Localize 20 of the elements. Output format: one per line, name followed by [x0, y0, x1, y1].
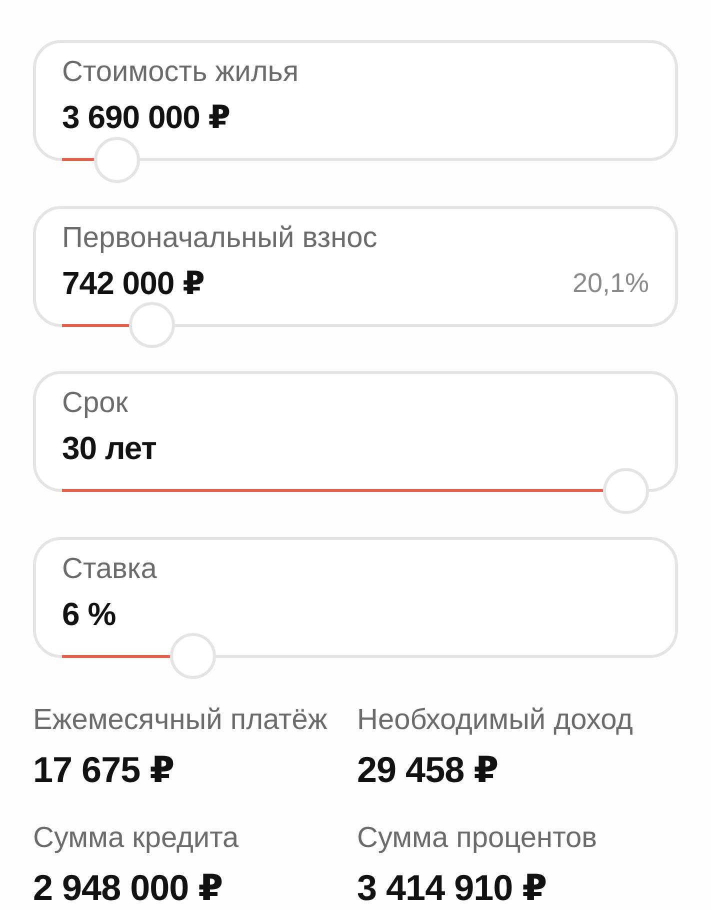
result-value: 3 414 910 ₽	[357, 868, 548, 906]
field-value: 3 690 000 ₽	[62, 98, 230, 136]
result-label: Сумма кредита	[33, 820, 240, 854]
result-label: Необходимый доход	[357, 702, 634, 736]
slider-thumb[interactable]	[129, 302, 176, 348]
field-label: Стоимость жилья	[62, 55, 300, 89]
field-label: Срок	[62, 386, 129, 420]
result-label: Ежемесячный платёж	[33, 702, 328, 736]
percent-text: 20,1%	[572, 266, 649, 300]
field-value: 30 лет	[62, 429, 156, 467]
field-value: 742 000 ₽	[62, 264, 204, 302]
result-value: 17 675 ₽	[33, 750, 176, 788]
result-value: 2 948 000 ₽	[33, 868, 224, 906]
slider-thumb[interactable]	[603, 468, 649, 514]
result-label: Сумма процентов	[357, 820, 598, 854]
field-label: Ставка	[62, 552, 158, 586]
field-label: Первоначальный взнос	[62, 220, 378, 254]
result-value: 29 458 ₽	[357, 750, 500, 788]
field-value: 6 %	[62, 594, 116, 632]
slider-thumb[interactable]	[170, 633, 216, 679]
